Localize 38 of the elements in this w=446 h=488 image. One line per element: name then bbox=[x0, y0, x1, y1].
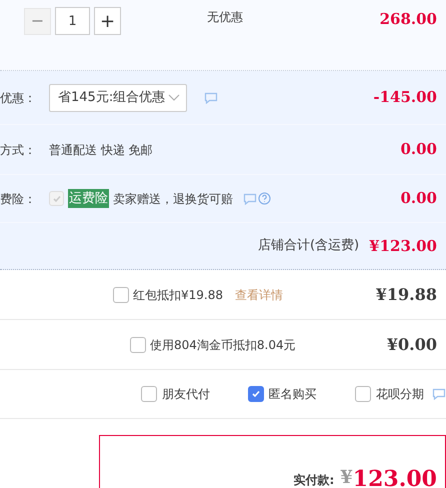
chat-icon[interactable] bbox=[204, 92, 218, 104]
row-label: 方式： bbox=[0, 142, 37, 158]
increase-button[interactable]: + bbox=[94, 7, 121, 35]
check-icon bbox=[250, 389, 260, 399]
deduction-amount: ¥0.00 bbox=[386, 334, 437, 356]
shop-total-label: 店铺合计(含运费) bbox=[258, 237, 360, 256]
quantity-field[interactable]: 1 bbox=[55, 7, 90, 35]
deduction-amount: ¥19.88 bbox=[376, 284, 437, 306]
item-price: 268.00 bbox=[380, 9, 437, 30]
checkbox[interactable] bbox=[130, 336, 146, 352]
payment-currency: ¥ bbox=[340, 466, 353, 488]
checkbox[interactable] bbox=[113, 286, 129, 302]
help-icon[interactable] bbox=[258, 192, 271, 205]
checkbox[interactable] bbox=[355, 386, 371, 402]
promotion-select[interactable]: 省145元:组合优惠 bbox=[49, 84, 187, 112]
insurance-text: 卖家赠送，退换货可赔 bbox=[113, 190, 233, 208]
check-icon bbox=[52, 194, 62, 204]
chevron-down-icon bbox=[168, 94, 180, 102]
payment-label: 实付款: bbox=[293, 472, 334, 488]
row-amount: -145.00 bbox=[373, 87, 437, 108]
insurance-tag: 运费险 bbox=[68, 188, 109, 208]
deduction-label: 红包抵扣¥19.88 bbox=[133, 286, 223, 304]
checkbox[interactable] bbox=[141, 386, 157, 402]
deduction-label: 使用804淘金币抵扣8.04元 bbox=[150, 336, 296, 354]
shop-total-amount: ¥123.00 bbox=[369, 236, 437, 257]
chat-icon[interactable] bbox=[243, 192, 257, 204]
option-label: 朋友代付 bbox=[162, 386, 210, 403]
discount-text: 无优惠 bbox=[207, 9, 243, 26]
option-label: 花呗分期 bbox=[376, 386, 424, 403]
row-amount: 0.00 bbox=[400, 188, 437, 210]
option-label: 匿名购买 bbox=[268, 386, 316, 403]
chat-icon[interactable] bbox=[432, 388, 446, 400]
checkbox[interactable] bbox=[248, 386, 264, 402]
row-amount: 0.00 bbox=[400, 139, 437, 160]
delivery-text: 普通配送 快递 免邮 bbox=[49, 142, 153, 158]
row-label: 费险： bbox=[0, 190, 37, 208]
row-label: 优惠： bbox=[0, 90, 37, 106]
payment-amount: 123.00 bbox=[352, 467, 437, 488]
